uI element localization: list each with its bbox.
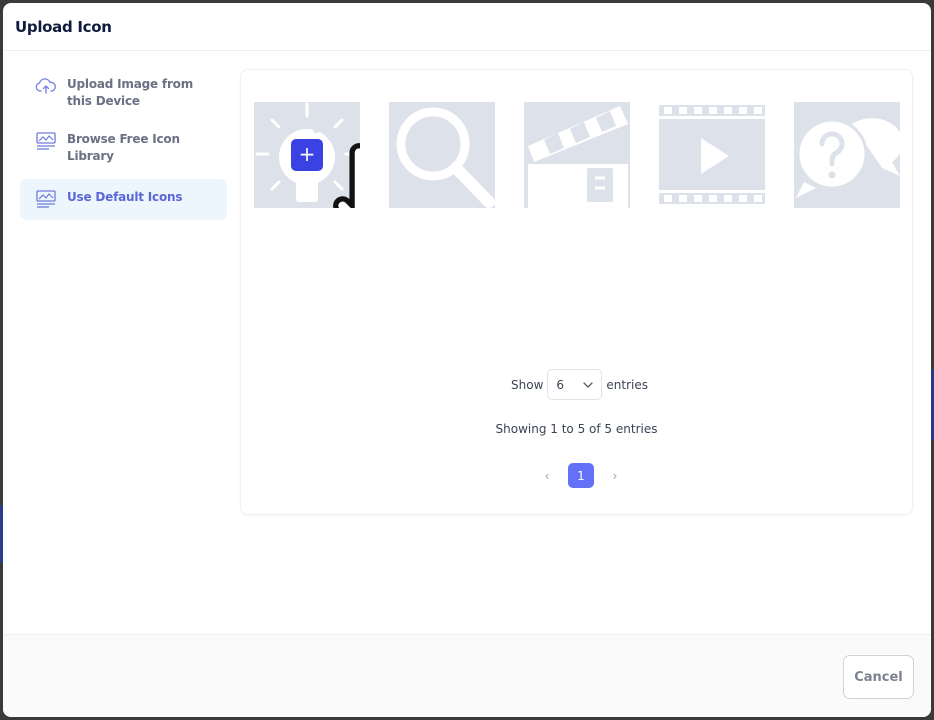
icon-tile-film-play[interactable] (659, 102, 765, 208)
chevron-down-icon (583, 381, 594, 388)
icon-tile-question-chat[interactable] (794, 102, 900, 208)
page-button-1[interactable]: 1 (568, 463, 594, 488)
sidebar-item-upload-device[interactable]: Upload Image from this Device (20, 69, 227, 118)
page-size-select[interactable]: 6 (547, 369, 603, 400)
question-chat-icon (796, 118, 900, 198)
image-library-icon (36, 132, 56, 150)
image-library-icon (36, 190, 56, 208)
modal-header: Upload Icon (3, 3, 931, 51)
sidebar-item-label: Upload Image from this Device (67, 77, 194, 108)
chevron-left-icon: ‹ (544, 468, 550, 483)
magnifier-icon (396, 107, 495, 208)
modal-footer: Cancel (3, 634, 931, 717)
show-label: Show (511, 377, 544, 392)
icon-grid: + (254, 102, 929, 208)
hand-cursor-icon (333, 143, 360, 208)
sidebar-item-label: Use Default Icons (67, 190, 183, 204)
page-size-value: 6 (556, 377, 565, 392)
next-page-button[interactable]: › (605, 464, 625, 488)
upload-icon-modal: Upload Icon Upload Image from this Devic… (3, 3, 931, 717)
cloud-upload-icon (35, 78, 57, 94)
film-play-icon (659, 102, 765, 208)
page-size-control: Show 6 entries (511, 369, 648, 400)
entries-summary: Showing 1 to 5 of 5 entries (495, 422, 658, 436)
icon-tile-magnifier[interactable] (389, 102, 495, 208)
default-icons-panel: + Show 6 entries Showing 1 to 5 of 5 ent… (240, 69, 913, 515)
sidebar-item-label: Browse Free Icon Library (67, 132, 180, 163)
entries-label: entries (606, 377, 648, 392)
modal-title: Upload Icon (15, 17, 112, 36)
prev-page-button[interactable]: ‹ (537, 464, 557, 488)
clapperboard-icon (528, 106, 628, 208)
cancel-button[interactable]: Cancel (843, 655, 914, 699)
icon-tile-lightbulb[interactable]: + (254, 102, 360, 208)
sidebar-item-browse-library[interactable]: Browse Free Icon Library (20, 124, 227, 173)
chevron-right-icon: › (612, 468, 618, 483)
sidebar: Upload Image from this Device Browse Fre… (20, 69, 227, 226)
pagination: ‹ 1 › (537, 463, 625, 488)
sidebar-item-default-icons[interactable]: Use Default Icons (20, 179, 227, 220)
icon-tile-clapperboard[interactable] (524, 102, 630, 208)
